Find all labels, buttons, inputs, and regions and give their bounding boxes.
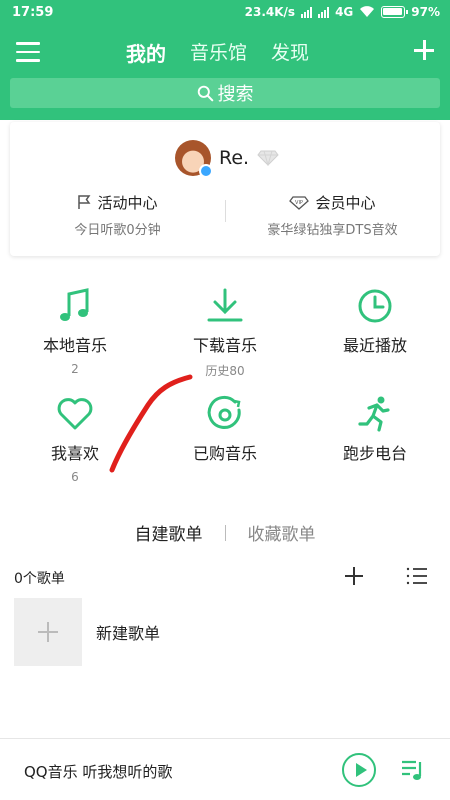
username: Re.: [219, 147, 250, 169]
grid-label: 下载音乐: [192, 336, 257, 355]
status-bar: 17:59 23.4K/s 4G 97%: [0, 0, 450, 26]
grid-local-music[interactable]: 本地音乐 2: [0, 286, 150, 376]
search-bar[interactable]: 搜索: [10, 78, 440, 108]
tab-collected-playlists[interactable]: 收藏歌单: [248, 520, 316, 545]
grid-label: 我喜欢: [50, 444, 99, 463]
vip-center[interactable]: VIP 会员中心 豪华绿钻独享DTS音效: [225, 192, 440, 238]
tab-separator: [224, 524, 226, 541]
play-icon[interactable]: [342, 753, 376, 787]
purchased-disc-icon: [207, 395, 241, 429]
search-label: 搜索: [217, 84, 254, 105]
grid-label: 跑步电台: [342, 444, 407, 463]
menu-icon[interactable]: [16, 42, 40, 62]
grid-purchased-music[interactable]: 已购音乐: [150, 394, 300, 470]
signal-icon-2: [318, 6, 330, 18]
grid-recent-play[interactable]: 最近播放: [300, 286, 450, 362]
vip-subtitle: 豪华绿钻独享DTS音效: [267, 223, 398, 238]
grid-count: 历史80: [205, 364, 245, 378]
status-time: 17:59: [12, 5, 54, 20]
playlist-queue-icon[interactable]: [400, 757, 426, 783]
net-speed: 23.4K/s: [244, 5, 296, 19]
network-type: 4G: [335, 5, 354, 19]
new-playlist-label: 新建歌单: [96, 624, 161, 643]
add-icon[interactable]: [412, 38, 436, 62]
new-playlist-row[interactable]: 新建歌单: [14, 598, 160, 666]
manage-list-icon[interactable]: [406, 567, 428, 585]
playlist-count: 0个歌单: [14, 571, 65, 587]
signal-icon: [301, 6, 313, 18]
flag-icon: [78, 195, 91, 209]
profile-card: Re. 活动中心 今日听歌0分钟 VIP 会员中心 豪华绿钻独享DTS音效: [10, 122, 440, 256]
diamond-icon: [257, 150, 279, 166]
music-note-icon: [60, 288, 89, 321]
grid-download-music[interactable]: 下载音乐 历史80: [150, 286, 300, 379]
battery-percent: 97%: [411, 5, 440, 19]
top-tabs: 我的 音乐馆 发现: [126, 38, 309, 67]
grid-count: 6: [71, 470, 79, 484]
tab-discover[interactable]: 发现: [271, 38, 309, 67]
add-playlist-icon[interactable]: [344, 566, 364, 586]
avatar[interactable]: [175, 140, 213, 178]
grid-label: 已购音乐: [192, 444, 257, 463]
status-right: 23.4K/s 4G 97%: [245, 5, 440, 19]
user-info[interactable]: Re.: [175, 140, 279, 178]
playlist-header: 0个歌单: [14, 566, 436, 588]
tab-mine[interactable]: 我的: [126, 38, 166, 67]
clock-icon: [358, 289, 392, 323]
wifi-icon: [360, 6, 375, 18]
heart-icon: [57, 398, 93, 430]
grid-label: 本地音乐: [42, 336, 107, 355]
activity-subtitle: 今日听歌0分钟: [74, 223, 161, 238]
runner-icon: [358, 396, 390, 432]
tab-my-playlists[interactable]: 自建歌单: [135, 520, 203, 545]
download-icon: [207, 288, 243, 322]
grid-label: 最近播放: [342, 336, 407, 355]
new-playlist-plus-icon: [14, 598, 82, 666]
avatar-badge-icon: [199, 164, 213, 178]
app-header: 我的 音乐馆 发现 搜索: [0, 26, 450, 120]
grid-count: 2: [71, 362, 79, 376]
vip-icon: VIP: [289, 195, 310, 210]
vip-title: 会员中心: [315, 194, 376, 212]
playlist-tabs: 自建歌单 收藏歌单: [0, 520, 450, 545]
search-icon: [197, 85, 213, 101]
grid-favorites[interactable]: 我喜欢 6: [0, 394, 150, 484]
grid-running-radio[interactable]: 跑步电台: [300, 394, 450, 470]
tab-music-hall[interactable]: 音乐馆: [190, 38, 247, 67]
battery-icon: [381, 6, 409, 18]
activity-title: 活动中心: [97, 194, 158, 212]
svg-text:VIP: VIP: [296, 200, 304, 206]
player-text: QQ音乐 听我想听的歌: [24, 763, 173, 781]
activity-center[interactable]: 活动中心 今日听歌0分钟: [10, 192, 225, 238]
mini-player[interactable]: QQ音乐 听我想听的歌: [0, 738, 450, 800]
